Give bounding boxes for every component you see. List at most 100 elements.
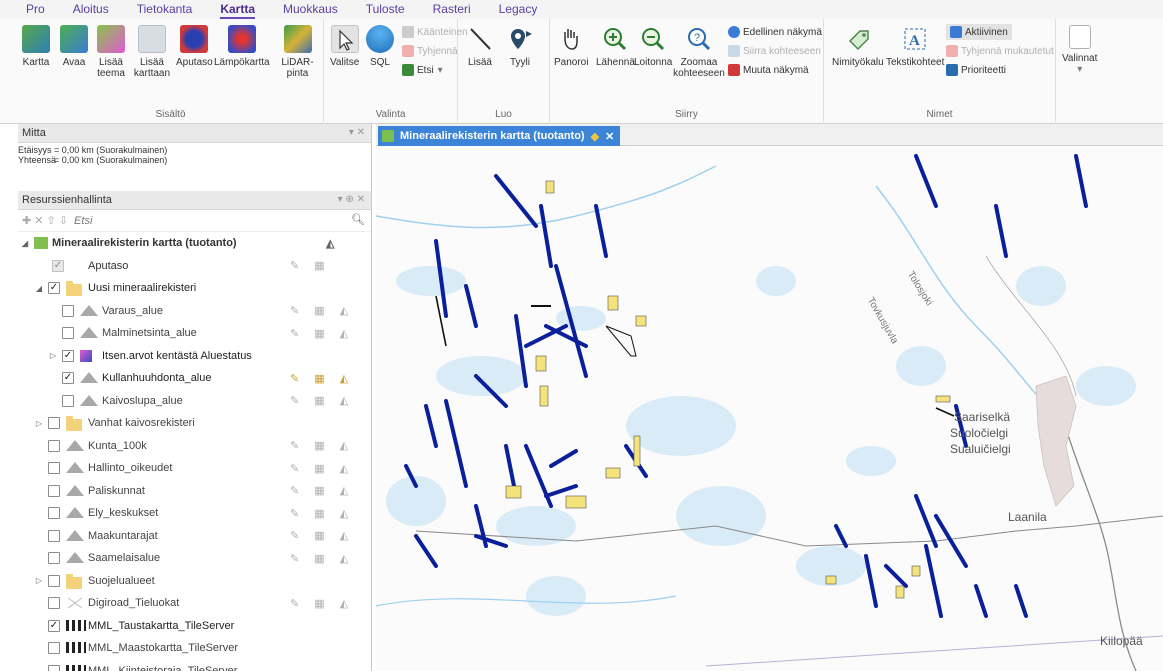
- pin-icon[interactable]: ◆: [591, 130, 599, 143]
- tree-root[interactable]: ◢ Mineraalirekisterin kartta (tuotanto) …: [18, 232, 371, 255]
- layer-visibility-checkbox[interactable]: [48, 417, 60, 430]
- layer-row[interactable]: Saamelaisalue ✎ ▦ ◭: [18, 547, 371, 570]
- kartta-button[interactable]: Kartta: [22, 25, 50, 68]
- layer-row[interactable]: Malminetsinta_alue ✎ ▦ ◭: [18, 322, 371, 345]
- tab-pro[interactable]: Pro: [26, 0, 45, 19]
- layer-actions-icon[interactable]: ✎ ▦: [290, 259, 331, 272]
- layer-visibility-checkbox[interactable]: ✓: [62, 372, 74, 385]
- expand-icon[interactable]: ▷: [48, 351, 58, 360]
- collapse-icon[interactable]: ◢: [20, 239, 30, 248]
- tyyli-button[interactable]: Tyyli: [506, 25, 534, 68]
- collapse-icon[interactable]: ◢: [34, 284, 44, 293]
- layer-row[interactable]: MML_Maastokartta_TileServer: [18, 637, 371, 660]
- layer-row[interactable]: ✓ MML_Taustakartta_TileServer: [18, 615, 371, 638]
- layer-visibility-checkbox[interactable]: [48, 484, 60, 497]
- layer-row[interactable]: ◢ ✓ Uusi mineraalirekisteri: [18, 277, 371, 300]
- tab-aloitus[interactable]: Aloitus: [73, 0, 109, 19]
- tab-tuloste[interactable]: Tuloste: [366, 0, 405, 19]
- layer-actions-icon[interactable]: ✎ ▦ ◭: [290, 462, 354, 475]
- layer-actions-icon[interactable]: ✎ ▦ ◭: [290, 304, 354, 317]
- layer-visibility-checkbox[interactable]: [48, 507, 60, 520]
- layer-visibility-checkbox[interactable]: [48, 597, 60, 610]
- layer-visibility-checkbox[interactable]: ✓: [52, 259, 64, 272]
- aputaso-button[interactable]: Aputaso: [176, 25, 213, 68]
- layer-row[interactable]: Hallinto_oikeudet ✎ ▦ ◭: [18, 457, 371, 480]
- tab-muokkaus[interactable]: Muokkaus: [283, 0, 338, 19]
- lampokartta-button[interactable]: Lämpökartta: [214, 25, 270, 68]
- layer-visibility-checkbox[interactable]: [48, 574, 60, 587]
- edellinen-nakyma-button[interactable]: Edellinen näkymä: [728, 24, 822, 40]
- layer-visibility-checkbox[interactable]: [48, 552, 60, 565]
- layer-visibility-checkbox[interactable]: [62, 394, 74, 407]
- layer-visibility-checkbox[interactable]: ✓: [62, 349, 74, 362]
- layer-visibility-checkbox[interactable]: [62, 304, 74, 317]
- layer-visibility-checkbox[interactable]: [62, 327, 74, 340]
- layer-row[interactable]: Kaivoslupa_alue ✎ ▦ ◭: [18, 390, 371, 413]
- layer-actions-icon[interactable]: ✎ ▦ ◭: [290, 507, 354, 520]
- layer-row[interactable]: Varaus_alue ✎ ▦ ◭: [18, 300, 371, 323]
- layer-visibility-checkbox[interactable]: [48, 529, 60, 542]
- expand-icon[interactable]: ▷: [34, 576, 44, 585]
- layer-visibility-checkbox[interactable]: [48, 439, 60, 452]
- map-canvas[interactable]: Saariselkä Suoločielgi Sualuičielgi Laan…: [376, 146, 1163, 671]
- muuta-nakyma-button[interactable]: Muuta näkymä: [728, 62, 809, 78]
- layer-row[interactable]: Kunta_100k ✎ ▦ ◭: [18, 435, 371, 458]
- layer-actions-icon[interactable]: ✎ ▦ ◭: [290, 439, 354, 452]
- tab-rasteri[interactable]: Rasteri: [433, 0, 471, 19]
- avaa-button[interactable]: Avaa: [60, 25, 88, 68]
- tab-legacy[interactable]: Legacy: [499, 0, 538, 19]
- layer-actions-icon[interactable]: ✎ ▦ ◭: [290, 484, 354, 497]
- layer-actions-icon[interactable]: ✎ ▦ ◭: [290, 597, 354, 610]
- panoroi-button[interactable]: Panoroi: [554, 25, 588, 68]
- layer-row[interactable]: ▷ ✓ Itsen.arvot kentästä Aluestatus: [18, 345, 371, 368]
- lisaa-button[interactable]: Lisää: [466, 25, 494, 68]
- layer-actions-icon[interactable]: ✎ ▦ ◭: [290, 327, 354, 340]
- layer-actions-icon[interactable]: ✎ ▦ ◭: [290, 372, 354, 385]
- map-document-tab[interactable]: Mineraalirekisterin kartta (tuotanto) ◆ …: [378, 126, 621, 146]
- valitse-button[interactable]: Valitse: [330, 25, 359, 68]
- loitonna-button[interactable]: Loitonna: [634, 25, 672, 68]
- tekstikohteet-button[interactable]: A Tekstikohteet: [886, 25, 944, 68]
- zoomaa-kohteeseen-button[interactable]: ? Zoomaa kohteeseen: [673, 25, 725, 79]
- expand-icon[interactable]: ▷: [34, 419, 44, 428]
- tab-tietokanta[interactable]: Tietokanta: [137, 0, 193, 19]
- aktiivinen-toggle[interactable]: Aktiivinen: [946, 24, 1012, 40]
- close-icon[interactable]: ✕: [605, 130, 614, 143]
- tyhjenna-button[interactable]: Tyhjennä: [402, 43, 458, 59]
- layer-visibility-checkbox[interactable]: [48, 642, 60, 655]
- layer-row[interactable]: ✓ Kullanhuuhdonta_alue ✎ ▦ ◭: [18, 367, 371, 390]
- lahenna-button[interactable]: Lähennä: [596, 25, 635, 68]
- search-input[interactable]: Etsi: [74, 215, 92, 227]
- layer-actions-icon[interactable]: ✎ ▦ ◭: [290, 394, 354, 407]
- siirra-kohteeseen-button[interactable]: Siirra kohteeseen: [728, 43, 821, 59]
- nimityokalu-button[interactable]: Nimityökalu: [832, 25, 884, 68]
- sql-button[interactable]: SQL: [366, 25, 394, 68]
- lisaa-karttaan-button[interactable]: Lisää karttaan: [132, 25, 172, 79]
- panel-controls-icon[interactable]: ▾ ✕: [349, 127, 365, 138]
- layer-visibility-checkbox[interactable]: ✓: [48, 619, 60, 632]
- layer-row[interactable]: MML_Kiinteistoraja_TileServer: [18, 660, 371, 671]
- toolbar-actions-icon[interactable]: ✚ ✕ ⇧ ⇩: [22, 214, 68, 227]
- layer-actions-icon[interactable]: ✎ ▦ ◭: [290, 552, 354, 565]
- prioriteetti-button[interactable]: Prioriteetti: [946, 62, 1006, 78]
- search-icon[interactable]: 🔍︎: [351, 213, 365, 226]
- layer-visibility-checkbox[interactable]: [48, 462, 60, 475]
- layer-visibility-checkbox[interactable]: ✓: [48, 282, 60, 295]
- lidar-button[interactable]: LiDAR-pinta: [272, 25, 323, 79]
- layer-row[interactable]: Digiroad_Tieluokat ✎ ▦ ◭: [18, 592, 371, 615]
- etsi-button[interactable]: Etsi ▾: [402, 62, 443, 78]
- filter-icon[interactable]: ◭: [326, 237, 334, 250]
- layer-row[interactable]: Ely_keskukset ✎ ▦ ◭: [18, 502, 371, 525]
- layer-row[interactable]: ▷ Vanhat kaivosrekisteri: [18, 412, 371, 435]
- tab-kartta[interactable]: Kartta: [220, 0, 255, 19]
- layer-row[interactable]: ✓ Aputaso ✎ ▦: [18, 255, 371, 278]
- layer-row[interactable]: ▷ Suojelualueet: [18, 570, 371, 593]
- lisaa-teema-button[interactable]: Lisää teema: [94, 25, 128, 79]
- panel-controls-icon[interactable]: ▾ ⊕ ✕: [338, 194, 365, 205]
- layer-actions-icon[interactable]: ✎ ▦ ◭: [290, 529, 354, 542]
- layer-row[interactable]: Paliskunnat ✎ ▦ ◭: [18, 480, 371, 503]
- valinnat-button[interactable]: Valinnat ▾: [1062, 25, 1097, 75]
- tyhjenna-mukautetut-button[interactable]: Tyhjennä mukautetut: [946, 43, 1054, 59]
- layer-visibility-checkbox[interactable]: [48, 664, 60, 671]
- layer-row[interactable]: Maakuntarajat ✎ ▦ ◭: [18, 525, 371, 548]
